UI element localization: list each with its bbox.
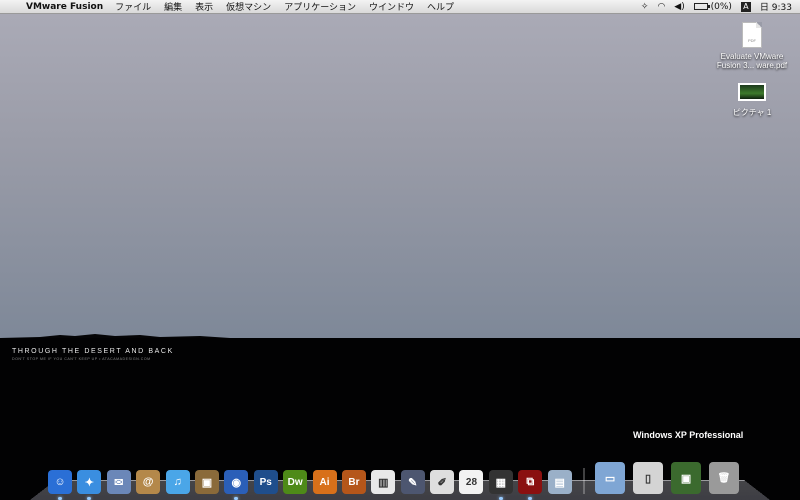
battery-percent: (0%)	[710, 1, 732, 12]
preview-icon[interactable]: ▤	[547, 470, 572, 494]
desktop-pdf-file[interactable]: PDF Evaluate VMware Fusion 3... ware.pdf	[712, 22, 792, 70]
dock-glyph: ▭	[604, 472, 616, 485]
safari-icon[interactable]: ✦	[77, 470, 102, 500]
dock-glyph: ▣	[680, 472, 692, 485]
desktop-picture-file[interactable]: ピクチャ 1	[712, 83, 792, 118]
input-method-icon[interactable]: A	[740, 1, 751, 12]
photoshop-icon[interactable]: Ps	[253, 470, 278, 494]
vm-cube-icon[interactable]: ▦	[488, 470, 513, 500]
sync-icon[interactable]: ✧	[641, 2, 649, 12]
vmware-icon[interactable]: ⧉	[518, 470, 543, 500]
finder-icon[interactable]: ☺	[48, 470, 72, 500]
volume-icon[interactable]: ◀)	[674, 2, 684, 12]
iphoto-icon[interactable]: ▣	[194, 470, 219, 494]
menu-bar: VMware Fusion ファイル 編集 表示 仮想マシン アプリケーション …	[0, 0, 800, 14]
menu-view[interactable]: 表示	[195, 0, 213, 13]
wifi-icon[interactable]: ◠	[657, 2, 665, 12]
bridge-icon[interactable]: Br	[341, 470, 366, 494]
menu-window[interactable]: ウインドウ	[369, 0, 414, 13]
dock-glyph: Br	[348, 476, 360, 488]
calendar-icon[interactable]: 28	[459, 470, 484, 494]
illustrator-icon[interactable]: Ai	[312, 470, 337, 494]
dock-glyph: ♫	[173, 476, 182, 488]
menu-clock[interactable]: 日 9:33	[760, 0, 792, 13]
dock-glyph: 🗑	[717, 472, 731, 484]
textedit-icon[interactable]: ✐	[430, 470, 455, 494]
folder-icon[interactable]: ▭	[595, 462, 626, 494]
chart-app-icon[interactable]: ▥	[371, 470, 396, 494]
documents-stack-icon[interactable]: ▯	[633, 462, 664, 494]
picture-file-icon	[738, 83, 766, 101]
dock-glyph: ☺	[54, 476, 66, 488]
camera-icon[interactable]: ◉	[224, 470, 249, 500]
vm-dock-label: Windows XP Professional	[633, 430, 744, 440]
dock-separator	[583, 468, 586, 494]
dock-glyph: ▣	[201, 476, 213, 489]
dock-glyph: ◉	[231, 476, 242, 489]
dock-glyph: ▤	[554, 476, 565, 489]
dock-glyph: Ai	[319, 476, 330, 488]
dock-glyph: @	[142, 476, 154, 488]
dock-glyph: 28	[465, 476, 478, 488]
pen-tool-icon[interactable]: ✎	[400, 470, 425, 494]
trash-icon[interactable]: 🗑	[709, 462, 740, 494]
pdf-file-icon: PDF	[742, 22, 762, 48]
dock-glyph: ✐	[437, 476, 447, 489]
dock-glyph: ▥	[378, 476, 389, 489]
dock-glyph: Dw	[287, 476, 303, 488]
windows-vm-thumbnail-icon[interactable]: ▣	[671, 462, 702, 494]
dock: ☺ ✦ ✉ @ ♫ ▣ ◉ Ps Dw Ai Br ▥ ✎ ✐ 28 ▦ ⧉ ▤ ▭ ▯ ▣ 🗑	[48, 460, 747, 500]
dock-glyph: ⧉	[526, 475, 535, 488]
address-book-icon[interactable]: @	[136, 470, 161, 494]
menu-virtual-machine[interactable]: 仮想マシン	[226, 0, 271, 13]
dock-glyph: ✎	[408, 476, 418, 489]
app-menu[interactable]: VMware Fusion	[26, 2, 103, 12]
dreamweaver-icon[interactable]: Dw	[283, 470, 308, 494]
mail-icon[interactable]: ✉	[106, 470, 131, 494]
wallpaper-subtitle: DON'T STOP ME IF YOU CAN'T KEEP UP • ATA…	[12, 357, 151, 361]
battery-icon	[693, 2, 710, 10]
desktop-icon-label: Evaluate VMware Fusion 3... ware.pdf	[716, 52, 788, 70]
menu-edit[interactable]: 編集	[164, 0, 182, 13]
menu-help[interactable]: ヘルプ	[427, 0, 454, 13]
menu-applications[interactable]: アプリケーション	[284, 0, 356, 13]
menu-file[interactable]: ファイル	[115, 0, 151, 13]
dock-glyph: ▯	[645, 472, 652, 485]
wallpaper-sky	[0, 14, 800, 338]
dock-glyph: ▦	[495, 476, 507, 489]
desktop-icon-label: ピクチャ 1	[732, 108, 772, 117]
dock-glyph: ✉	[114, 476, 124, 489]
dock-glyph: Ps	[259, 476, 272, 488]
menu-extras: ✧ ◠ ◀) (0%) A 日 9:33	[632, 0, 800, 13]
itunes-icon[interactable]: ♫	[165, 470, 190, 494]
battery-status[interactable]: (0%)	[693, 1, 732, 12]
dock-glyph: ✦	[84, 476, 94, 489]
wallpaper-title: THROUGH THE DESERT AND BACK	[12, 348, 174, 355]
